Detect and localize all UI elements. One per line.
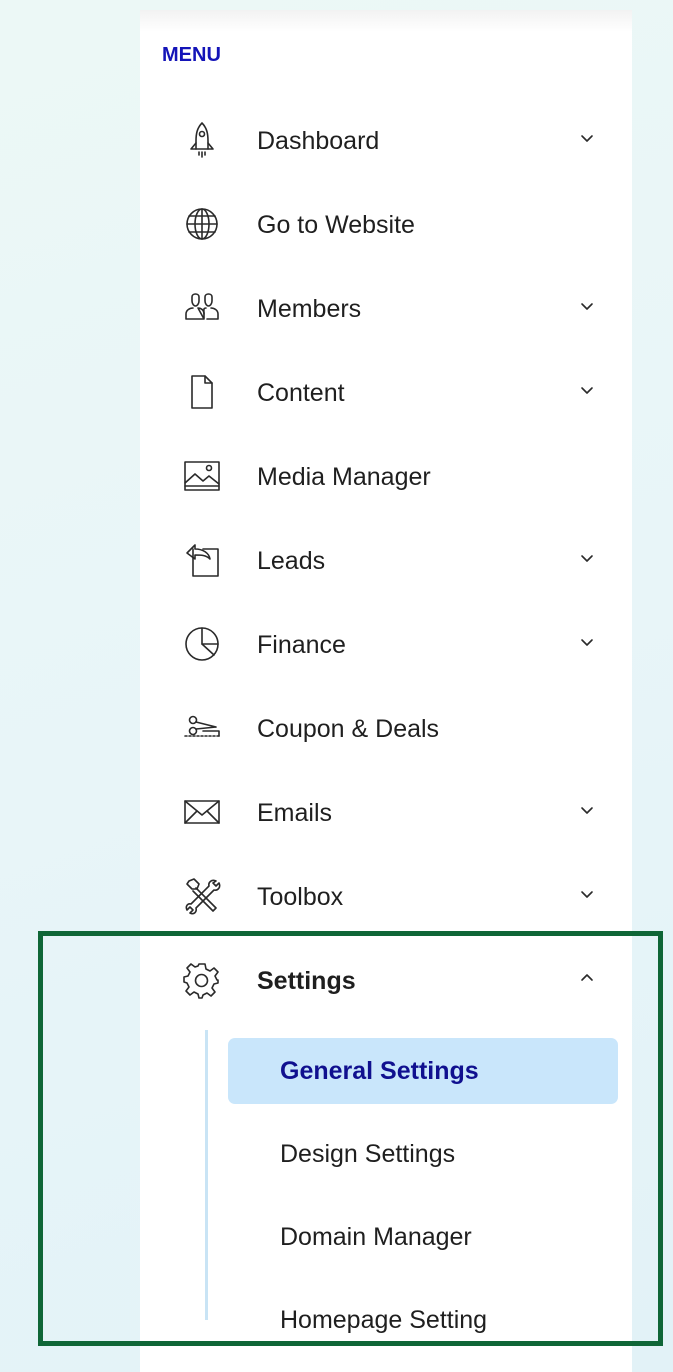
chevron-down-icon[interactable] — [580, 385, 594, 395]
sidebar-item-label: Settings — [257, 967, 356, 995]
submenu-item-design-settings[interactable]: Design Settings — [228, 1121, 618, 1187]
sidebar-item-label: Members — [257, 295, 362, 323]
sidebar-item-members[interactable]: Members — [140, 276, 632, 340]
sidebar-item-label: Leads — [257, 547, 326, 575]
menu-heading: MENU — [162, 44, 221, 66]
panel-top-shade — [140, 10, 632, 32]
tools-icon — [182, 878, 222, 915]
chevron-down-icon[interactable] — [580, 637, 594, 647]
gear-icon — [182, 962, 222, 999]
sidebar-item-toolbox[interactable]: Toolbox — [140, 864, 632, 928]
rocket-icon — [182, 122, 222, 158]
chevron-down-icon[interactable] — [580, 553, 594, 563]
submenu-item-label: General Settings — [280, 1057, 479, 1085]
coupon-icon — [182, 710, 222, 746]
users-icon — [182, 290, 222, 326]
sidebar-item-coupon-deals[interactable]: Coupon & Deals — [140, 696, 632, 760]
sidebar-item-media-manager[interactable]: Media Manager — [140, 444, 632, 508]
sidebar-item-content[interactable]: Content — [140, 360, 632, 424]
sidebar-item-finance[interactable]: Finance — [140, 612, 632, 676]
submenu-item-domain-manager[interactable]: Domain Manager — [228, 1204, 618, 1270]
chevron-down-icon[interactable] — [580, 889, 594, 899]
chevron-up-icon[interactable] — [580, 973, 594, 983]
sidebar-menu: MENU Dashboard Go to Website Members Con… — [140, 10, 632, 1372]
leads-icon — [182, 542, 222, 578]
sidebar-item-emails[interactable]: Emails — [140, 780, 632, 844]
submenu-item-label: Homepage Setting — [280, 1306, 488, 1334]
submenu-item-homepage-setting[interactable]: Homepage Setting — [228, 1287, 618, 1353]
globe-icon — [182, 206, 222, 242]
sidebar-item-label: Coupon & Deals — [257, 715, 440, 743]
chevron-down-icon[interactable] — [580, 133, 594, 143]
document-icon — [182, 374, 222, 410]
pie-chart-icon — [182, 626, 222, 662]
sidebar-item-label: Emails — [257, 799, 333, 827]
submenu-item-label: Design Settings — [280, 1140, 456, 1168]
submenu-guide-line — [205, 1030, 208, 1320]
sidebar-item-settings[interactable]: Settings — [140, 948, 632, 1012]
envelope-icon — [182, 794, 222, 830]
sidebar-item-label: Media Manager — [257, 463, 431, 491]
sidebar-item-dashboard[interactable]: Dashboard — [140, 108, 632, 172]
sidebar-item-label: Toolbox — [257, 883, 344, 911]
sidebar-item-label: Dashboard — [257, 127, 380, 155]
image-icon — [182, 458, 222, 494]
chevron-down-icon[interactable] — [580, 301, 594, 311]
submenu-item-label: Domain Manager — [280, 1223, 472, 1251]
sidebar-item-label: Finance — [257, 631, 346, 659]
sidebar-item-label: Content — [257, 379, 345, 407]
chevron-down-icon[interactable] — [580, 805, 594, 815]
sidebar-item-go-to-website[interactable]: Go to Website — [140, 192, 632, 256]
submenu-item-general-settings[interactable]: General Settings — [228, 1038, 618, 1104]
sidebar-item-label: Go to Website — [257, 211, 415, 239]
sidebar-item-leads[interactable]: Leads — [140, 528, 632, 592]
